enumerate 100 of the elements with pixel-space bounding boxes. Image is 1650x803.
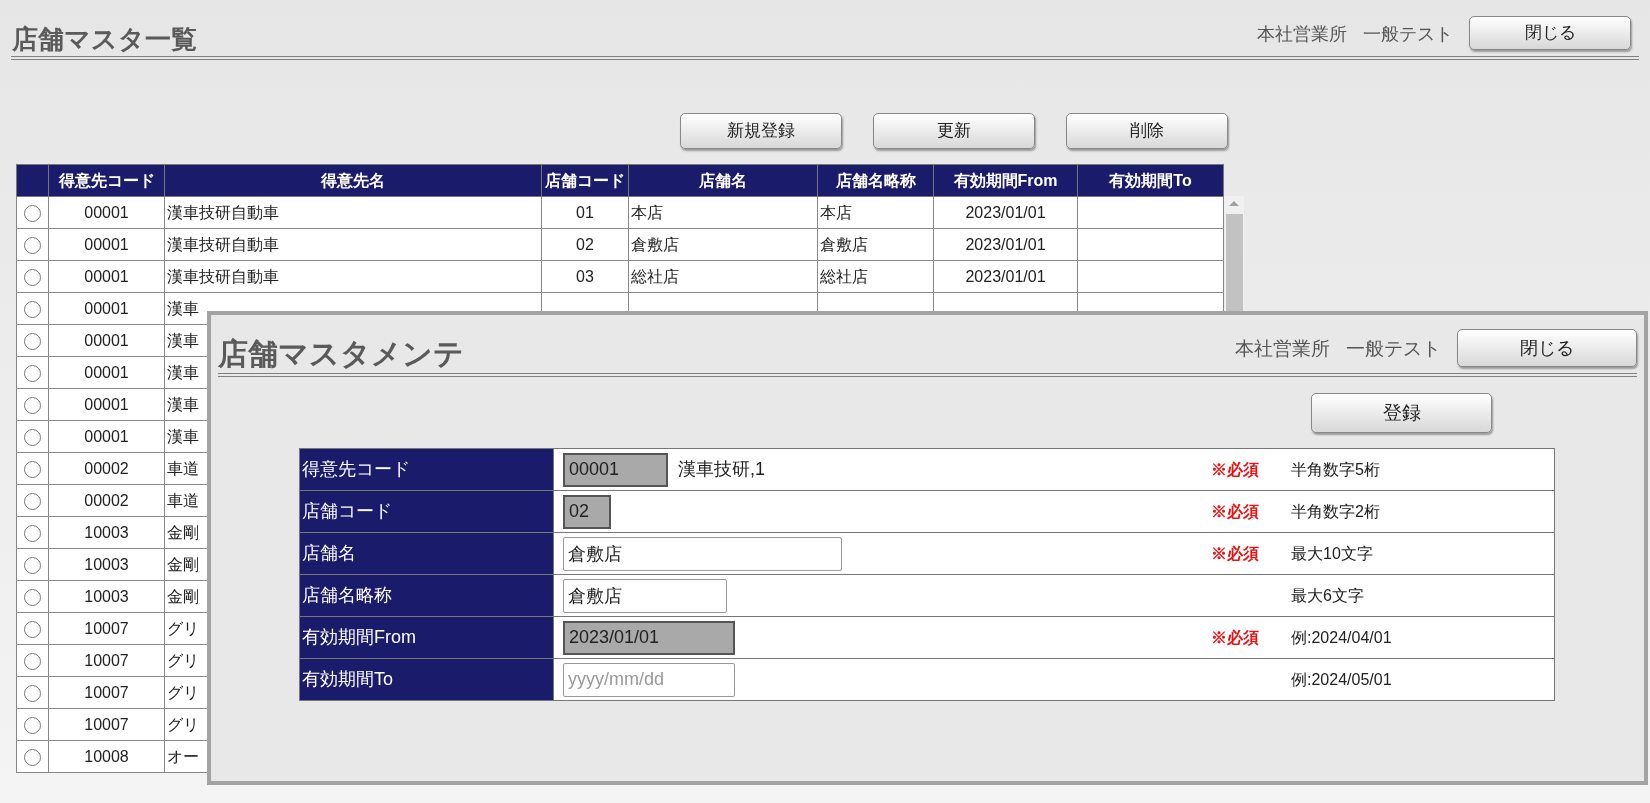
dialog-title: 店舗マスタメンテ [218,339,464,369]
table-cell: 金剛 [167,523,199,541]
table-cell: 00001 [84,363,129,381]
table-cell: グリ [167,651,199,669]
table-cell: 車道 [167,459,199,477]
table-cell: 10008 [84,747,129,765]
table-cell: 00001 [84,427,129,445]
hint-text: 最大10文字 [1291,545,1373,562]
table-cell: 漢車 [167,331,199,349]
user-label: 一般テスト [1363,22,1453,46]
table-cell: 漢車 [167,363,199,381]
table-cell: 10007 [84,683,129,701]
table-cell: グリ [167,683,199,701]
radio-button[interactable] [24,588,41,606]
table-cell: 2023/01/01 [965,235,1046,253]
radio-button[interactable] [24,236,41,254]
table-cell: 総社店 [631,267,679,285]
table-cell: 10007 [84,715,129,733]
table-cell: 漢車 [167,427,199,445]
table-cell: 00001 [84,331,129,349]
table-cell: 倉敷店 [631,235,679,253]
table-cell: 2023/01/01 [965,267,1046,285]
column-header: 得意先名 [321,171,385,189]
column-header: 有効期間From [953,171,1058,189]
table-cell: 本店 [631,203,663,221]
table-cell: 漢車 [167,395,199,413]
radio-button[interactable] [24,716,41,734]
radio-button[interactable] [24,684,41,702]
close-button[interactable]: 閉じる [1457,329,1637,367]
table-cell: 漢車技研自動車 [167,267,279,285]
customer-name-text: 漢車技研,1 [678,458,765,481]
register-button[interactable]: 登録 [1311,393,1492,433]
new-button[interactable]: 新規登録 [680,113,842,149]
radio-button[interactable] [24,300,41,318]
radio-button[interactable] [24,524,41,542]
radio-button[interactable] [24,460,41,478]
field-label: 店舗コード [302,501,392,521]
table-cell: 10003 [84,523,129,541]
column-header: 店舗コード [545,171,625,189]
radio-button[interactable] [24,204,41,222]
table-cell: 01 [576,203,594,221]
column-header: 店舗名略称 [835,171,916,189]
delete-button[interactable]: 削除 [1066,113,1228,149]
radio-button[interactable] [24,428,41,446]
table-cell: 00001 [84,235,129,253]
user-label: 一般テスト [1346,336,1441,361]
required-label: ※必須 [1211,461,1259,478]
field-label: 店舗名略称 [302,585,392,605]
update-button[interactable]: 更新 [873,113,1035,149]
table-cell: 金剛 [167,555,199,573]
required-label: ※必須 [1211,629,1259,646]
table-cell: 漢車技研自動車 [167,235,279,253]
column-header: 得意先コード [58,171,155,189]
table-cell: 漢車 [167,299,199,317]
input-field[interactable]: yyyy/mm/dd [563,662,735,697]
input-field[interactable]: 倉敷店 [563,578,727,613]
radio-button[interactable] [24,556,41,574]
scroll-up-icon[interactable] [1229,201,1239,206]
radio-button[interactable] [24,364,41,382]
table-cell: グリ [167,619,199,637]
table-cell: 10003 [84,587,129,605]
table-cell: 02 [576,235,594,253]
office-label: 本社営業所 [1235,336,1330,361]
page-title: 店舗マスタ一覧 [12,26,197,52]
table-cell: 00002 [84,491,129,509]
required-label: ※必須 [1211,545,1259,562]
table-cell: 総社店 [820,267,868,285]
hint-text: 例:2024/05/01 [1291,671,1392,688]
radio-button[interactable] [24,396,41,414]
radio-button[interactable] [24,268,41,286]
close-button[interactable]: 閉じる [1469,16,1631,50]
table-cell: 00001 [84,299,129,317]
hint-text: 例:2024/04/01 [1291,629,1392,646]
field-label: 有効期間From [302,627,416,647]
column-header: 店舗名 [699,171,747,189]
field-label: 得意先コード [302,459,410,479]
hint-text: 半角数字5桁 [1291,461,1380,478]
table-cell: 車道 [167,491,199,509]
table-cell: 金剛 [167,587,199,605]
table-cell: 03 [576,267,594,285]
table-cell: 漢車技研自動車 [167,203,279,221]
input-field[interactable]: 倉敷店 [563,536,842,571]
field-label: 有効期間To [302,669,393,689]
column-header: 有効期間To [1109,171,1192,189]
radio-button[interactable] [24,492,41,510]
table-cell: 00001 [84,203,129,221]
table-cell: オー [167,747,199,765]
hint-text: 半角数字2桁 [1291,503,1380,520]
table-cell: 10003 [84,555,129,573]
table-cell: 倉敷店 [820,235,868,253]
field-label: 店舗名 [302,543,356,563]
radio-button[interactable] [24,748,41,766]
radio-button[interactable] [24,620,41,638]
radio-button[interactable] [24,652,41,670]
table-cell: 10007 [84,619,129,637]
table-cell: グリ [167,715,199,733]
table-cell: 00002 [84,459,129,477]
radio-button[interactable] [24,332,41,350]
table-cell: 2023/01/01 [965,203,1046,221]
required-label: ※必須 [1211,503,1259,520]
